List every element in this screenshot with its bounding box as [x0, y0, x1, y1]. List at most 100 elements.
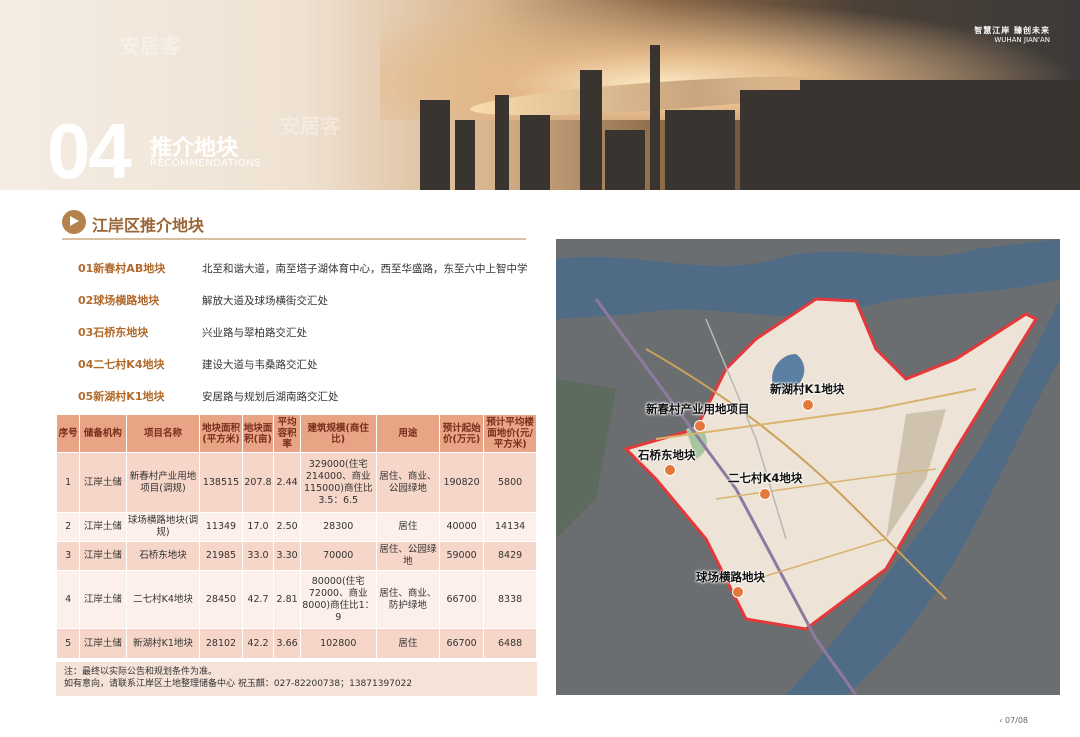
table-cell: 石桥东地块: [125, 541, 201, 571]
skyline-building: [455, 120, 475, 190]
skyline-building: [605, 130, 645, 190]
table-cell: 8338: [483, 570, 537, 629]
table-cell: 1: [55, 452, 81, 513]
table-cell: 190820: [438, 452, 485, 513]
plot-name: 01新春村AB地块: [78, 262, 166, 275]
skyline-building: [800, 80, 1080, 190]
map-marker: [732, 586, 744, 598]
table-cell: 2: [55, 512, 81, 542]
header-banner: 04 推介地块 RECOMMENDATIONS 智慧江岸 臻创未来 WUHAN …: [0, 0, 1080, 190]
table-cell: 居住: [375, 628, 440, 659]
skyline-building: [665, 110, 735, 190]
contact-line: 如有意向，请联系江岸区土地整理储备中心 祝玉麒：027-82200738；138…: [64, 679, 413, 689]
table-cell: 207.8: [241, 452, 275, 513]
plot-name: 02球场横路地块: [78, 294, 160, 307]
table-cell: 2.50: [273, 512, 301, 542]
plot-name: 04二七村K4地块: [78, 358, 165, 371]
table-cell: 80000(住宅72000、商业8000)商住比1：9: [299, 570, 377, 629]
table-cell: 3.66: [273, 628, 301, 659]
table-cell: 江岸土储: [79, 628, 127, 659]
map-marker: [802, 399, 814, 411]
table-header-row: 序号 储备机构 项目名称 地块面积(平方米) 地块面积(亩) 平均容积率 建筑规…: [55, 414, 537, 453]
table-cell: 3: [55, 541, 81, 571]
column-header: 地块面积(亩): [241, 414, 275, 453]
table-cell: 2.81: [273, 570, 301, 629]
table-cell: 3.30: [273, 541, 301, 571]
plot-address: 解放大道及球场横街交汇处: [202, 295, 328, 307]
plot-address: 兴业路与翠柏路交汇处: [202, 327, 307, 339]
table-cell: 42.7: [241, 570, 275, 629]
column-header: 平均容积率: [273, 414, 301, 453]
plot-table: 序号 储备机构 项目名称 地块面积(平方米) 地块面积(亩) 平均容积率 建筑规…: [55, 414, 537, 659]
note-line: 注：最终以实际公告和规划条件为准。: [64, 667, 218, 677]
table-row: 2 江岸土储 球场横路地块(调规) 11349 17.0 2.50 28300 居住 40000…: [55, 512, 537, 542]
table-cell: 江岸土储: [79, 452, 127, 513]
table-cell: 居住、商业、防护绿地: [375, 570, 440, 629]
skyline-building: [520, 115, 550, 190]
plot-address: 北至和谐大道，南至塔子湖体育中心，西至华盛路，东至六中上智中学: [202, 263, 528, 275]
column-header: 序号: [55, 414, 81, 453]
table-row: 5 江岸土储 新湖村K1地块 28102 42.2 3.66 102800 居住 66700 64…: [55, 628, 537, 659]
banner-subtitle: RECOMMENDATIONS: [150, 158, 262, 169]
list-item: 04二七村K4地块 建设大道与韦桑路交汇处: [78, 358, 538, 390]
map-label: 球场横路地块: [696, 570, 765, 584]
table-cell: 42.2: [241, 628, 275, 659]
table-cell: 21985: [199, 541, 243, 571]
district-map: 新湖村K1地块 新春村产业用地项目 石桥东地块 二七村K4地块 球场横路地块: [556, 239, 1060, 695]
table-cell: 新春村产业用地项目(调规): [125, 452, 201, 513]
table-cell: 新湖村K1地块: [125, 628, 201, 659]
table-cell: 17.0: [241, 512, 275, 542]
logo-en: WUHAN JIAN'AN: [994, 36, 1050, 44]
table-cell: 66700: [438, 628, 485, 659]
table-cell: 102800: [299, 628, 377, 659]
map-label: 二七村K4地块: [728, 471, 803, 485]
table-cell: 66700: [438, 570, 485, 629]
map-label: 石桥东地块: [638, 448, 696, 462]
table-cell: 28450: [199, 570, 243, 629]
column-header: 预计起始价(万元): [438, 414, 485, 453]
map-marker: [759, 488, 771, 500]
list-item: 02球场横路地块 解放大道及球场横街交汇处: [78, 294, 538, 326]
column-header: 用途: [375, 414, 440, 453]
column-header: 建筑规模(商住比): [299, 414, 377, 453]
table-row: 3 江岸土储 石桥东地块 21985 33.0 3.30 70000 居住、公园绿地 59000…: [55, 541, 537, 571]
table-cell: 33.0: [241, 541, 275, 571]
logo-cn: 智慧江岸 臻创未来: [974, 26, 1050, 35]
skyline-building: [650, 45, 660, 190]
column-header: 预计平均楼面地价(元/平方米): [483, 414, 537, 453]
list-item: 03石桥东地块 兴业路与翠柏路交汇处: [78, 326, 538, 358]
list-item: 01新春村AB地块 北至和谐大道，南至塔子湖体育中心，西至华盛路，东至六中上智中学: [78, 262, 538, 294]
map-label: 新湖村K1地块: [770, 382, 845, 396]
flag-icon: [62, 210, 86, 234]
table-cell: 138515: [199, 452, 243, 513]
section-title: 江岸区推介地块: [92, 216, 205, 235]
table-cell: 5800: [483, 452, 537, 513]
skyline-building: [740, 90, 800, 190]
column-header: 储备机构: [79, 414, 127, 453]
map-graphic: [556, 239, 1060, 695]
table-cell: 14134: [483, 512, 537, 542]
table-cell: 2.44: [273, 452, 301, 513]
plot-list: 01新春村AB地块 北至和谐大道，南至塔子湖体育中心，西至华盛路，东至六中上智中学…: [78, 262, 538, 422]
plot-address: 建设大道与韦桑路交汇处: [202, 359, 318, 371]
table-cell: 28300: [299, 512, 377, 542]
table-cell: 8429: [483, 541, 537, 571]
table-cell: 11349: [199, 512, 243, 542]
table-cell: 江岸土储: [79, 512, 127, 542]
table-cell: 居住、商业、公园绿地: [375, 452, 440, 513]
column-header: 项目名称: [125, 414, 201, 453]
table-cell: 居住: [375, 512, 440, 542]
table-row: 1 江岸土储 新春村产业用地项目(调规) 138515 207.8 2.44 329000(…: [55, 452, 537, 513]
table-cell: 江岸土储: [79, 541, 127, 571]
table-cell: 40000: [438, 512, 485, 542]
table-cell: 居住、公园绿地: [375, 541, 440, 571]
table-notes: 注：最终以实际公告和规划条件为准。 如有意向，请联系江岸区土地整理储备中心 祝玉…: [56, 662, 537, 696]
page-indicator[interactable]: ‹ 07/08: [999, 716, 1028, 725]
page-number: 07/08: [1004, 716, 1028, 725]
plot-name: 03石桥东地块: [78, 326, 149, 339]
skyline-building: [580, 70, 602, 190]
table-row: 4 江岸土储 二七村K4地块 28450 42.7 2.81 80000(住宅72000、商…: [55, 570, 537, 629]
table-cell: 二七村K4地块: [125, 570, 201, 629]
table-cell: 28102: [199, 628, 243, 659]
district-logo: 智慧江岸 臻创未来 WUHAN JIAN'AN: [974, 26, 1050, 45]
